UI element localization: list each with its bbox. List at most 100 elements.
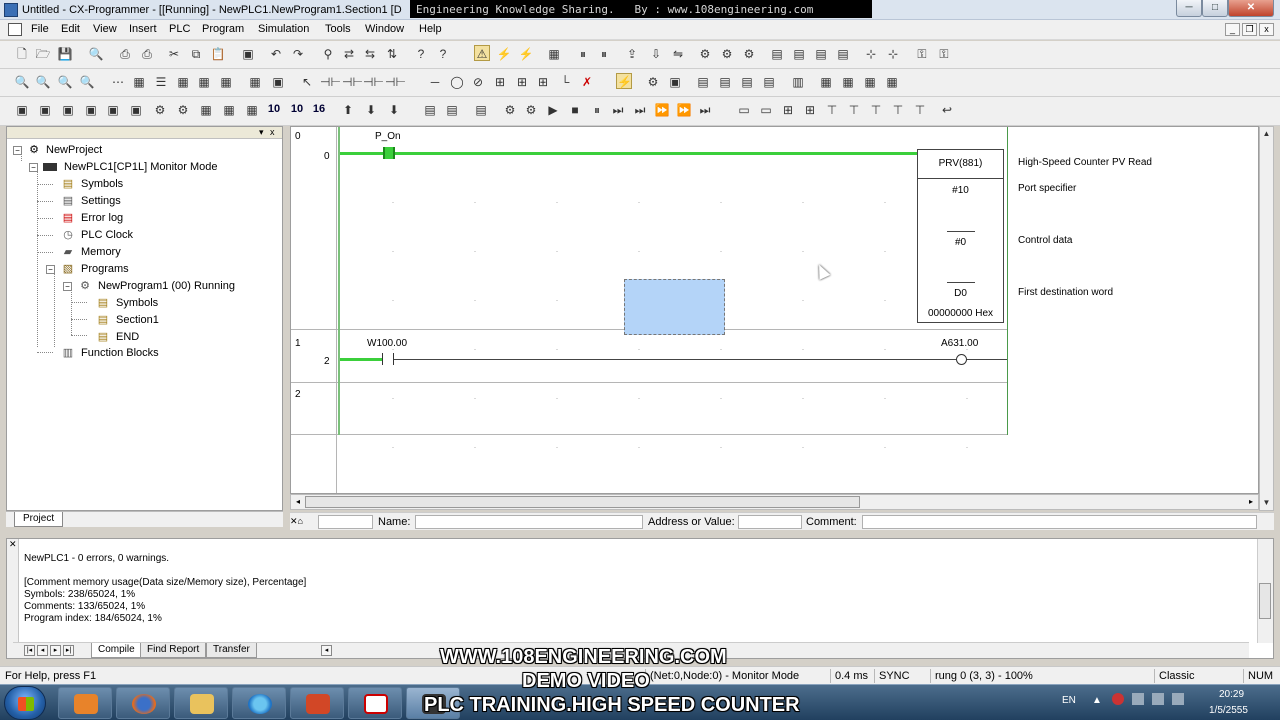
- compile-program-icon[interactable]: ⚙: [175, 102, 191, 118]
- cancel-online-edit-icon[interactable]: ⚙: [645, 74, 661, 90]
- select-mode-icon[interactable]: ↖: [299, 74, 315, 90]
- tree-plc-clock[interactable]: ◷ PLC Clock: [61, 227, 181, 243]
- online-edit-icon[interactable]: ⚡: [616, 73, 632, 89]
- rung-comments-icon[interactable]: ☰: [153, 74, 169, 90]
- fb-ext-icon[interactable]: ⊤: [846, 102, 862, 118]
- collapse-icon[interactable]: −: [13, 146, 22, 155]
- view-global-symbols-icon[interactable]: ▣: [83, 102, 99, 118]
- tab-next-icon[interactable]: ▸: [50, 645, 61, 656]
- show-symbols-icon[interactable]: ▦: [196, 74, 212, 90]
- new-coil-icon[interactable]: ◯: [449, 74, 465, 90]
- break-all-icon[interactable]: ▤: [444, 102, 460, 118]
- scroll-thumb[interactable]: [1259, 583, 1271, 619]
- output-window-icon[interactable]: ▦: [818, 74, 834, 90]
- stop-icon[interactable]: ■: [567, 102, 583, 118]
- scroll-left-icon[interactable]: ◂: [291, 495, 305, 509]
- display-decimal-icon[interactable]: 10: [266, 101, 282, 117]
- compare-icon[interactable]: ⇋: [670, 46, 686, 62]
- comment-field[interactable]: [862, 515, 1257, 529]
- task-list-icon[interactable]: ▦: [221, 102, 237, 118]
- fb-inout-icon[interactable]: ⊤: [824, 102, 840, 118]
- taskbar-powerpoint[interactable]: [290, 687, 344, 719]
- force-off-icon[interactable]: ▤: [813, 46, 829, 62]
- program-mode-icon[interactable]: ⚙: [697, 46, 713, 62]
- menu-simulation[interactable]: Simulation: [258, 23, 309, 35]
- tray-volume-icon[interactable]: [1152, 693, 1164, 705]
- show-bookmarks-icon[interactable]: ▦: [175, 74, 191, 90]
- view-local-symbols-icon[interactable]: ▣: [60, 102, 76, 118]
- scroll-right-icon[interactable]: ▸: [1244, 495, 1258, 509]
- data-trace-icon[interactable]: ⚿: [936, 46, 952, 62]
- show-comments-icon[interactable]: ▦: [131, 74, 147, 90]
- tree-error-log[interactable]: ▤ Error log: [61, 210, 181, 226]
- print-preview-icon[interactable]: 🔍: [88, 46, 104, 62]
- tree-function-blocks[interactable]: ▥ Function Blocks: [61, 345, 221, 361]
- fb-in-icon[interactable]: ⊞: [780, 102, 796, 118]
- ladder-vertical-scrollbar[interactable]: ▲ ▼: [1259, 126, 1274, 511]
- contact-p-on[interactable]: [383, 147, 395, 159]
- new-horizontal-icon[interactable]: ─: [427, 74, 443, 90]
- step-icon[interactable]: ⏭: [632, 102, 648, 118]
- redo-icon[interactable]: ↷: [290, 46, 306, 62]
- coil-a631[interactable]: [956, 354, 967, 365]
- menu-help[interactable]: Help: [419, 23, 442, 35]
- force-cancel-icon[interactable]: ▤: [835, 46, 851, 62]
- menu-file[interactable]: File: [31, 23, 49, 35]
- scroll-up-icon[interactable]: ▲: [1260, 127, 1273, 141]
- work-online-simulator-icon[interactable]: ⚙: [502, 102, 518, 118]
- fb-online-icon[interactable]: ⊤: [912, 102, 928, 118]
- step-out-icon[interactable]: ⬇: [363, 102, 379, 118]
- mdi-close-button[interactable]: x: [1259, 23, 1274, 36]
- menu-plc[interactable]: PLC: [169, 23, 190, 35]
- print-icon[interactable]: ⎙: [117, 46, 133, 62]
- paste-icon[interactable]: 📋: [210, 46, 226, 62]
- output-close-icon[interactable]: ✕: [9, 539, 17, 550]
- view-sfc-icon[interactable]: ▣: [128, 102, 144, 118]
- monitor-mode-icon[interactable]: ⚙: [741, 46, 757, 62]
- pause-icon[interactable]: ⏸: [589, 102, 605, 118]
- tab-project[interactable]: Project: [14, 512, 64, 527]
- close-button[interactable]: ✕: [1228, 0, 1274, 17]
- transfer-from-plc-icon[interactable]: ⇩: [648, 46, 664, 62]
- new-vertical-icon[interactable]: └: [557, 74, 573, 90]
- tree-program[interactable]: − ⚙ NewProgram1 (00) Running: [61, 278, 261, 294]
- cross-reference-icon[interactable]: ⇆: [362, 46, 378, 62]
- show-watch-icon[interactable]: ▣: [270, 74, 286, 90]
- undo-icon[interactable]: ↶: [268, 46, 284, 62]
- context-help-icon[interactable]: ?: [435, 46, 451, 62]
- always-on-top-icon[interactable]: ⏭: [697, 102, 713, 118]
- collapse-icon[interactable]: −: [63, 282, 72, 291]
- menu-edit[interactable]: Edit: [61, 23, 80, 35]
- maximize-button[interactable]: □: [1202, 0, 1228, 17]
- watch-list-icon[interactable]: ▦: [244, 102, 260, 118]
- tray-language[interactable]: EN: [1062, 695, 1076, 706]
- new-fb-call-icon[interactable]: ⊞: [535, 74, 551, 90]
- menu-insert[interactable]: Insert: [129, 23, 157, 35]
- scroll-thumb[interactable]: [305, 496, 860, 508]
- view-ladder-icon[interactable]: ▣: [14, 102, 30, 118]
- io-condition-icon[interactable]: ▤: [473, 102, 489, 118]
- tree-symbols[interactable]: ▤ Symbols: [61, 176, 181, 192]
- send-online-edit-icon[interactable]: ▣: [667, 74, 683, 90]
- force-on-icon[interactable]: ▤: [791, 46, 807, 62]
- fb-out-icon[interactable]: ⊞: [802, 102, 818, 118]
- tree-plc[interactable]: − NewPLC1[CP1L] Monitor Mode: [27, 159, 267, 175]
- zoom-reset-icon[interactable]: 🔍: [79, 74, 95, 90]
- tree-programs[interactable]: − ▧ Programs: [44, 261, 184, 277]
- scroll-down-icon[interactable]: ▼: [1260, 496, 1273, 510]
- minimize-button[interactable]: ─: [1176, 0, 1202, 17]
- fb-def-icon[interactable]: ▭: [758, 102, 774, 118]
- reset-icon[interactable]: ⊹: [885, 46, 901, 62]
- debug-mode-icon[interactable]: ⚙: [719, 46, 735, 62]
- tab-find-report[interactable]: Find Report: [140, 643, 207, 658]
- pause-monitor-icon[interactable]: ⏸: [575, 46, 591, 62]
- menu-program[interactable]: Program: [202, 23, 244, 35]
- ladder-editor[interactable]: 0 0 1 2 2 P_On PRV(881) #10 #0 D0 000000…: [290, 126, 1259, 494]
- new-contact-icon[interactable]: ⊣⊢: [320, 74, 341, 90]
- output-scrollbar[interactable]: [1257, 539, 1273, 643]
- tree-section1[interactable]: ▤ Section1: [96, 312, 216, 328]
- tree-project[interactable]: − ⚙ NewProject: [11, 142, 211, 158]
- return-icon[interactable]: ↩: [939, 102, 955, 118]
- step-in-icon[interactable]: ⬆: [340, 102, 356, 118]
- show-addresses-icon[interactable]: ▦: [218, 74, 234, 90]
